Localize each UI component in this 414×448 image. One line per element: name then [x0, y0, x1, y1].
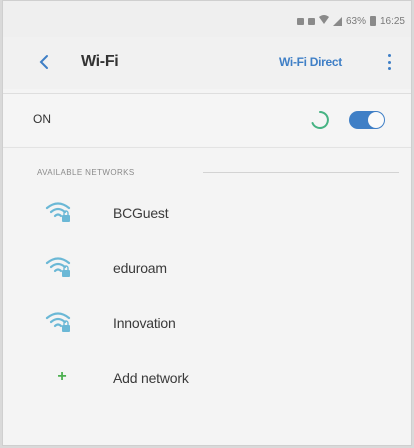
network-name: eduroam: [113, 260, 167, 276]
add-network-label: Add network: [113, 370, 189, 386]
toggle-knob: [368, 112, 384, 128]
network-item-eduroam[interactable]: eduroam: [3, 240, 411, 295]
wifi-state-label: ON: [33, 112, 51, 126]
more-vertical-icon: [387, 54, 391, 57]
phone-screen: 63% 16:25 Wi-Fi Wi-Fi Direct ON AVAILABL…: [2, 0, 412, 446]
plus-icon: +: [57, 368, 67, 385]
add-network-item[interactable]: + Add network: [3, 354, 411, 404]
status-time: 16:25: [379, 15, 405, 27]
network-list: BCGuest eduroam Innovation: [3, 185, 411, 350]
status-bar: 63% 16:25: [3, 1, 411, 37]
section-divider: [203, 172, 399, 173]
network-item-innovation[interactable]: Innovation: [3, 295, 411, 350]
network-item-bcguest[interactable]: BCGuest: [3, 185, 411, 240]
available-networks-heading: AVAILABLE NETWORKS: [37, 168, 135, 177]
page-title: Wi-Fi: [81, 53, 119, 70]
wifi-locked-icon: [45, 202, 71, 222]
wifi-direct-button[interactable]: Wi-Fi Direct: [279, 55, 342, 69]
wifi-toggle-switch[interactable]: [349, 111, 385, 129]
battery-icon: [369, 16, 376, 26]
battery-percent: 63%: [345, 15, 366, 27]
sd-card-icon: [307, 17, 315, 25]
wifi-toggle-row[interactable]: ON: [3, 94, 411, 146]
loading-spinner-icon: [311, 111, 329, 129]
network-name: BCGuest: [113, 205, 169, 221]
toggle-divider: [3, 147, 411, 148]
status-icons: 63% 16:25: [296, 15, 405, 27]
app-header: Wi-Fi Wi-Fi Direct: [3, 37, 411, 89]
wifi-locked-icon: [45, 312, 71, 332]
more-options-button[interactable]: [383, 51, 395, 73]
chevron-left-icon: [39, 55, 48, 69]
wifi-locked-icon: [45, 257, 71, 277]
vibrate-icon: [296, 17, 304, 25]
signal-icon: [332, 16, 342, 26]
wifi-status-icon: [318, 15, 329, 27]
back-button[interactable]: [31, 49, 57, 75]
network-name: Innovation: [113, 315, 176, 331]
